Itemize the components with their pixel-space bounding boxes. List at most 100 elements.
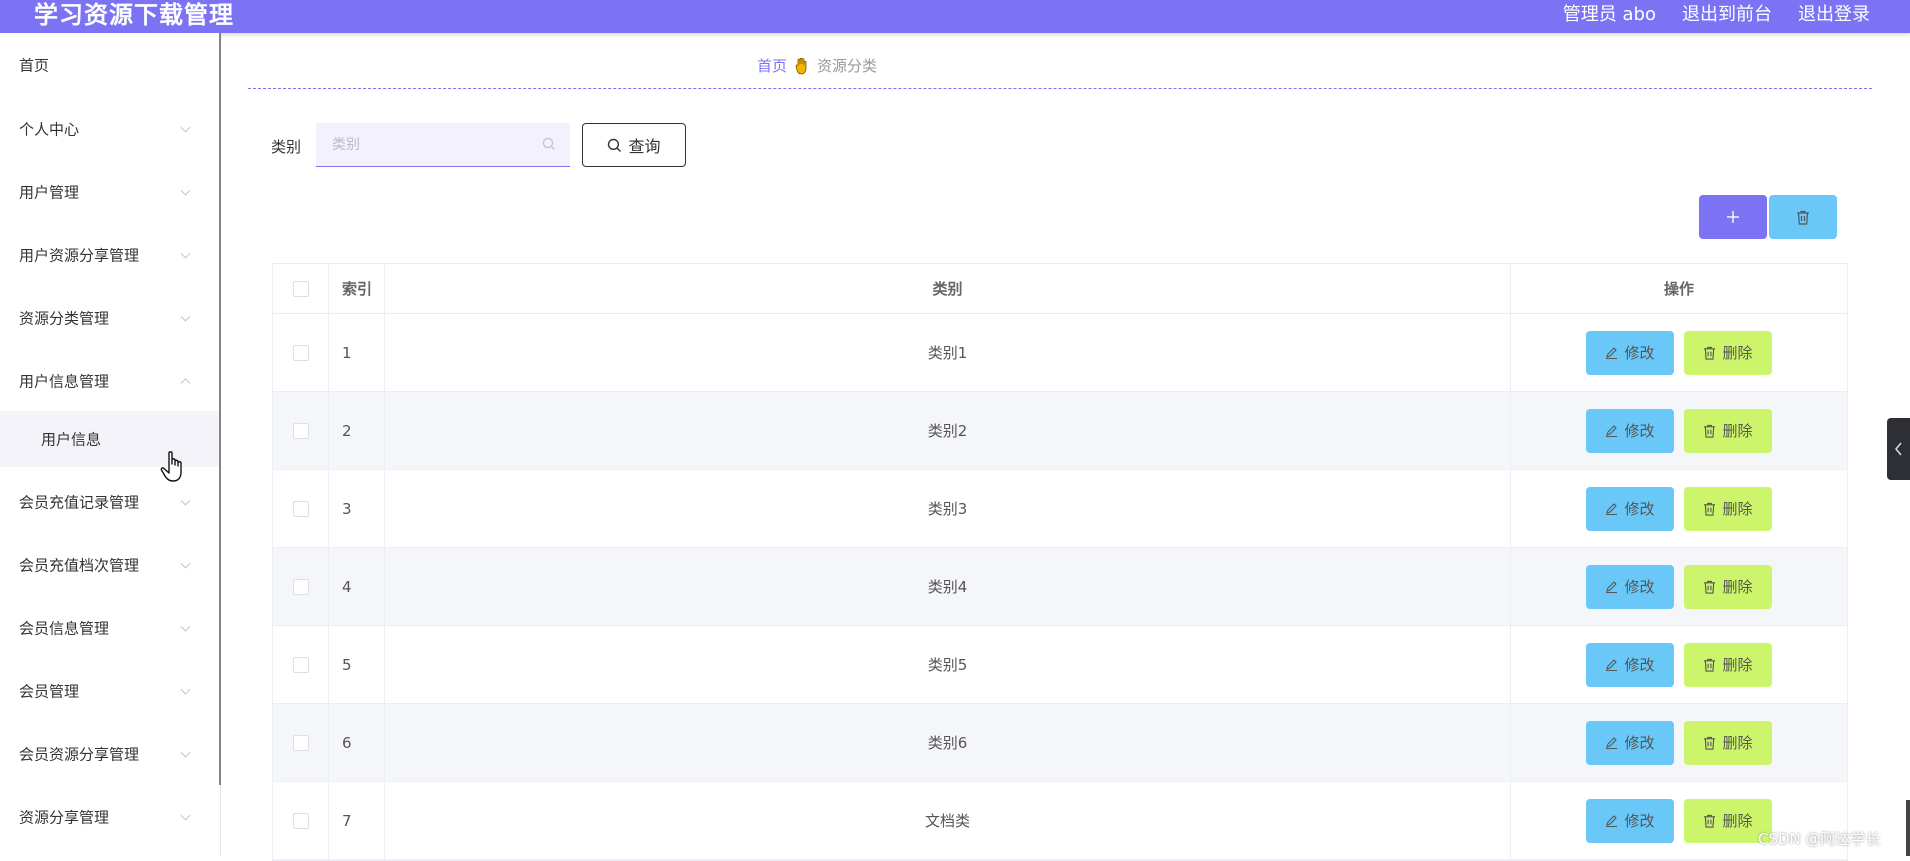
watermark: CSDN @阿达学长 — [1758, 830, 1881, 848]
page-scrollbar[interactable] — [1906, 800, 1910, 856]
table-row: 6 类别6 修改 删除 — [273, 704, 1847, 782]
breadcrumb-current: 资源分类 — [817, 57, 878, 75]
sidebar-item-user-resource-share[interactable]: 用户资源分享管理 — [0, 225, 220, 285]
submenu-item-label: 用户信息 — [41, 430, 102, 449]
edit-icon — [1606, 737, 1618, 749]
delete-button-label: 删除 — [1722, 578, 1753, 596]
edit-button[interactable]: 修改 — [1586, 720, 1674, 765]
edit-icon — [1606, 503, 1618, 515]
table-header-row: 索引 类别 操作 — [273, 264, 1847, 314]
chevron-down-icon — [180, 558, 191, 569]
search-icon — [608, 138, 622, 152]
delete-button[interactable]: 删除 — [1684, 564, 1772, 609]
exit-to-frontend-link[interactable]: 退出到前台 — [1682, 0, 1772, 25]
sidebar-item-label: 个人中心 — [19, 120, 80, 139]
sidebar-item-label: 资源分类管理 — [19, 309, 110, 328]
sidebar-item-label: 用户资源分享管理 — [19, 246, 140, 265]
trash-icon — [1704, 580, 1716, 594]
sidebar-item-member-resource-share[interactable]: 会员资源分享管理 — [0, 724, 220, 784]
row-index: 5 — [329, 626, 385, 703]
table-row: 3 类别3 修改 删除 — [273, 470, 1847, 548]
breadcrumb-home[interactable]: 首页 — [757, 55, 787, 76]
delete-button[interactable]: 删除 — [1684, 408, 1772, 453]
chevron-down-icon — [180, 122, 191, 133]
admin-user-label[interactable]: 管理员 abo — [1563, 0, 1656, 25]
delete-button-label: 删除 — [1722, 422, 1753, 440]
table-row: 2 类别2 修改 删除 — [273, 392, 1847, 470]
edit-button[interactable]: 修改 — [1586, 798, 1674, 843]
edit-button[interactable]: 修改 — [1586, 408, 1674, 453]
delete-button[interactable]: 删除 — [1684, 642, 1772, 687]
row-index: 7 — [329, 782, 385, 859]
top-bar: 学习资源下载管理 管理员 abo 退出到前台 退出登录 — [0, 0, 1910, 33]
sidebar-item-label: 用户管理 — [19, 183, 80, 202]
sidebar-item-resource-category[interactable]: 资源分类管理 — [0, 288, 220, 348]
sidebar-item-user-management[interactable]: 用户管理 — [0, 162, 220, 222]
edit-button[interactable]: 修改 — [1586, 330, 1674, 375]
search-icon — [542, 137, 556, 151]
sidebar-item-user-info-management[interactable]: 用户信息管理 — [0, 351, 220, 411]
breadcrumb: 首页 资源分类 — [757, 55, 877, 76]
edit-button[interactable]: 修改 — [1586, 642, 1674, 687]
sidebar-item-personal-center[interactable]: 个人中心 — [0, 99, 220, 159]
row-checkbox[interactable] — [292, 734, 309, 751]
sidebar-item-label: 会员管理 — [19, 682, 80, 701]
trash-icon — [1704, 502, 1716, 516]
trash-icon — [1797, 210, 1809, 225]
delete-button-label: 删除 — [1722, 812, 1753, 830]
chevron-up-icon — [180, 378, 191, 389]
edit-button-label: 修改 — [1624, 656, 1655, 674]
header-operations: 操作 — [1663, 280, 1694, 298]
query-button-label: 查询 — [628, 137, 661, 156]
category-table: 索引 类别 操作 1 类别1 修改 删除 2 类别2 修改 删除 3 类别3 修… — [272, 263, 1848, 861]
sidebar-item-label: 首页 — [19, 56, 50, 75]
row-checkbox[interactable] — [292, 656, 309, 673]
row-index: 2 — [329, 392, 385, 469]
trash-icon — [1704, 346, 1716, 360]
chevron-down-icon — [180, 248, 191, 259]
sidebar-item-member-recharge-level[interactable]: 会员充值档次管理 — [0, 535, 220, 595]
delete-button[interactable]: 删除 — [1684, 486, 1772, 531]
edit-icon — [1606, 581, 1618, 593]
row-checkbox[interactable] — [292, 422, 309, 439]
chevron-down-icon — [180, 185, 191, 196]
logout-link[interactable]: 退出登录 — [1798, 0, 1870, 25]
sidebar-scrollbar[interactable] — [219, 33, 221, 785]
delete-button[interactable]: 删除 — [1684, 330, 1772, 375]
sidebar-item-member-management[interactable]: 会员管理 — [0, 661, 220, 721]
query-button[interactable]: 查询 — [582, 123, 686, 167]
edit-button-label: 修改 — [1624, 734, 1655, 752]
row-index: 3 — [329, 470, 385, 547]
edit-button-label: 修改 — [1624, 344, 1655, 362]
header-index: 索引 — [329, 264, 385, 313]
row-checkbox[interactable] — [292, 344, 309, 361]
category-search-input[interactable] — [316, 123, 570, 167]
edit-icon — [1606, 815, 1618, 827]
row-checkbox[interactable] — [292, 578, 309, 595]
plus-icon — [1727, 211, 1739, 223]
sidebar-item-resource-share[interactable]: 资源分享管理 — [0, 787, 220, 847]
sidebar-item-member-info[interactable]: 会员信息管理 — [0, 598, 220, 658]
bulk-delete-button[interactable] — [1769, 195, 1837, 239]
trash-icon — [1704, 424, 1716, 438]
row-checkbox[interactable] — [292, 500, 309, 517]
select-all-checkbox[interactable] — [292, 280, 309, 297]
edit-button-label: 修改 — [1624, 500, 1655, 518]
row-checkbox[interactable] — [292, 812, 309, 829]
delete-button-label: 删除 — [1722, 500, 1753, 518]
add-button[interactable] — [1699, 195, 1767, 239]
header-divider — [248, 88, 1872, 89]
chevron-down-icon — [180, 684, 191, 695]
edit-icon — [1606, 347, 1618, 359]
row-category: 类别2 — [385, 392, 1511, 469]
edit-button[interactable]: 修改 — [1586, 486, 1674, 531]
row-index: 6 — [329, 704, 385, 781]
edit-button-label: 修改 — [1624, 812, 1655, 830]
sidebar-item-home[interactable]: 首页 — [0, 35, 220, 95]
hand-cursor-icon — [160, 451, 182, 482]
collapse-panel-tab[interactable] — [1887, 418, 1910, 480]
header-category: 类别 — [385, 264, 1511, 313]
delete-button[interactable]: 删除 — [1684, 720, 1772, 765]
chevron-down-icon — [180, 311, 191, 322]
edit-button[interactable]: 修改 — [1586, 564, 1674, 609]
